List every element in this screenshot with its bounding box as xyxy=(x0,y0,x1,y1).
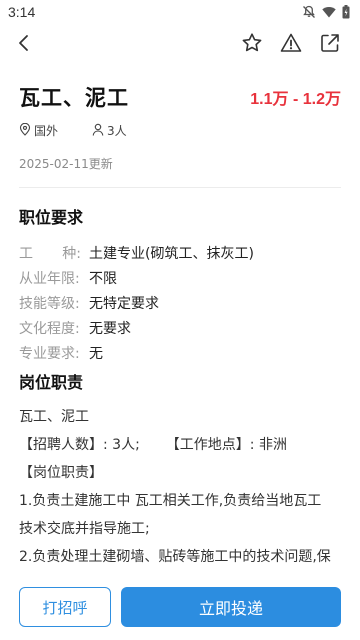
location-pin-icon xyxy=(19,122,31,139)
requirement-row: 文化程度: 无要求 xyxy=(19,315,254,340)
work-location-text: 【工作地点】: 非洲 xyxy=(165,437,287,453)
requirement-value: 不限 xyxy=(89,270,117,287)
share-button[interactable] xyxy=(317,32,343,58)
duty-line: 【岗位职责】 xyxy=(19,465,103,481)
report-button[interactable] xyxy=(278,32,304,58)
share-icon xyxy=(319,32,341,58)
duty-line: 2.负责处理土建砌墙、贴砖等施工中的技术问题,保 xyxy=(19,549,331,565)
requirement-row: 技能等级: 无特定要求 xyxy=(19,290,254,315)
wifi-icon xyxy=(322,6,336,18)
requirement-value: 土建专业(砌筑工、抹灰工) xyxy=(89,245,254,262)
notifications-off-icon xyxy=(302,5,316,19)
job-title: 瓦工、泥工 xyxy=(19,86,129,110)
duties-title: 岗位职责 xyxy=(19,373,84,392)
duty-line: 瓦工、泥工 xyxy=(19,409,89,425)
warning-icon xyxy=(280,32,302,58)
requirement-label-part: 工 xyxy=(19,245,33,262)
requirement-label: 专业要求: xyxy=(19,345,80,362)
requirement-row: 专业要求: 无 xyxy=(19,340,254,365)
requirement-label: 技能等级: xyxy=(19,295,80,312)
favorite-button[interactable] xyxy=(239,32,265,58)
job-meta: 国外 3人 xyxy=(19,122,127,139)
duty-line: 技术交底并指导施工; xyxy=(19,521,150,537)
salary-range: 1.1万 - 1.2万 xyxy=(250,91,341,108)
top-toolbar xyxy=(0,28,360,62)
star-icon xyxy=(241,32,263,58)
requirement-label: 工 种: xyxy=(19,243,81,263)
back-arrow-icon xyxy=(14,33,34,57)
requirement-value: 无特定要求 xyxy=(89,295,159,312)
requirement-value: 无 xyxy=(89,345,103,362)
requirement-value: 无要求 xyxy=(89,320,131,337)
duties-description: 瓦工、泥工 【招聘人数】: 3人; 【工作地点】: 非洲 【岗位职责】 1.负责… xyxy=(19,403,343,571)
headcount-text: 3人 xyxy=(107,124,127,138)
greet-button[interactable]: 打招呼 xyxy=(19,587,111,627)
requirement-row: 从业年限: 不限 xyxy=(19,265,254,290)
status-icons xyxy=(302,5,350,19)
headcount-info: 3人 xyxy=(92,122,127,139)
divider xyxy=(19,187,341,188)
status-time: 3:14 xyxy=(8,4,36,20)
requirement-label: 从业年限: xyxy=(19,270,80,287)
requirement-row: 工 种: 土建专业(砌筑工、抹灰工) xyxy=(19,240,254,265)
bottom-action-bar: 打招呼 立即投递 xyxy=(0,577,360,640)
requirements-list: 工 种: 土建专业(砌筑工、抹灰工) 从业年限: 不限 技能等级: 无特定要求 … xyxy=(19,240,254,365)
requirement-label-part: 种: xyxy=(62,245,81,262)
apply-button[interactable]: 立即投递 xyxy=(121,587,341,627)
requirements-title: 职位要求 xyxy=(19,208,84,227)
duty-line: 1.负责土建施工中 瓦工相关工作,负责给当地瓦工 xyxy=(19,493,322,509)
status-bar: 3:14 xyxy=(0,0,360,24)
back-button[interactable] xyxy=(11,32,37,58)
duty-line: 【招聘人数】: 3人; 【工作地点】: 非洲 xyxy=(19,431,343,459)
update-date: 2025-02-11更新 xyxy=(19,157,113,171)
requirement-label: 文化程度: xyxy=(19,320,80,337)
location-info: 国外 xyxy=(19,122,58,139)
recruit-count-text: 【招聘人数】: 3人; xyxy=(19,437,140,453)
person-icon xyxy=(92,123,104,139)
location-text: 国外 xyxy=(34,124,59,138)
battery-icon xyxy=(342,5,350,19)
